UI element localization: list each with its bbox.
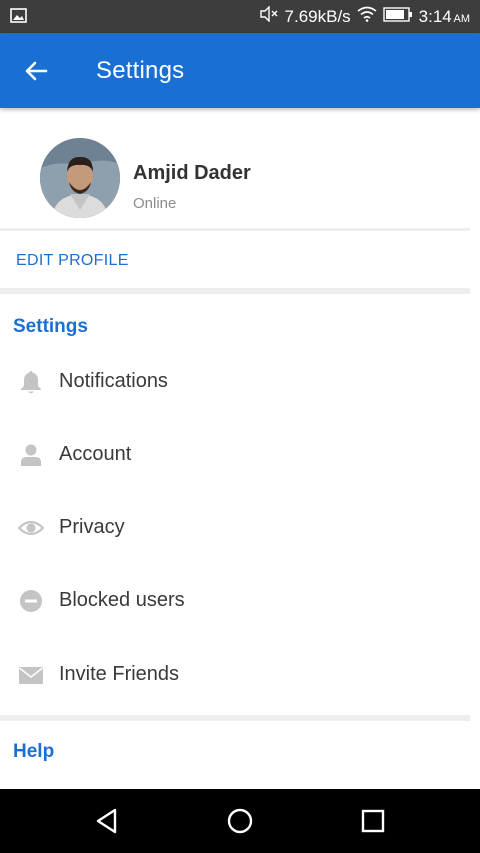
- menu-item-label: Blocked users: [59, 589, 185, 611]
- settings-screen: 7.69kB/s 3:14 AM Settings Amjid Dader On…: [0, 0, 480, 853]
- system-nav-bar: [0, 789, 480, 853]
- divider: [0, 715, 470, 721]
- battery-icon: [382, 6, 413, 27]
- wifi-icon: [357, 6, 377, 27]
- clock: 3:14: [418, 6, 452, 26]
- recents-square-icon[interactable]: [358, 806, 388, 836]
- status-bar: 7.69kB/s 3:14 AM: [0, 0, 480, 33]
- home-circle-icon[interactable]: [225, 806, 255, 836]
- avatar[interactable]: [40, 138, 120, 218]
- menu-item-invite-friends[interactable]: Invite Friends: [0, 649, 480, 705]
- divider: [0, 228, 470, 231]
- person-icon: [18, 442, 44, 468]
- divider: [0, 288, 470, 294]
- eye-icon: [17, 515, 45, 541]
- profile-card[interactable]: Amjid Dader Online: [0, 108, 480, 230]
- profile-status: Online: [133, 195, 177, 212]
- app-bar: Settings: [0, 33, 480, 108]
- menu-item-blocked-users[interactable]: Blocked users: [0, 575, 480, 631]
- edit-profile-button[interactable]: EDIT PROFILE: [16, 252, 129, 270]
- menu-item-label: Account: [59, 443, 132, 465]
- block-icon: [18, 588, 44, 614]
- page-title: Settings: [96, 57, 185, 84]
- image-icon: [10, 8, 27, 28]
- menu-item-privacy[interactable]: Privacy: [0, 502, 480, 558]
- clock-ampm: AM: [453, 12, 471, 25]
- back-arrow-icon[interactable]: [20, 55, 52, 87]
- bell-icon: [18, 369, 44, 395]
- mail-icon: [18, 662, 44, 688]
- network-speed: 7.69kB/s: [284, 6, 351, 26]
- menu-item-label: Invite Friends: [59, 663, 180, 685]
- back-triangle-icon[interactable]: [92, 806, 122, 836]
- settings-section-title: Settings: [13, 316, 88, 337]
- menu-item-account[interactable]: Account: [0, 429, 480, 485]
- profile-name: Amjid Dader: [133, 162, 251, 184]
- mute-icon: [259, 5, 279, 27]
- menu-item-notifications[interactable]: Notifications: [0, 356, 480, 412]
- menu-item-label: Privacy: [59, 516, 125, 538]
- help-section-title[interactable]: Help: [13, 741, 54, 763]
- menu-item-label: Notifications: [59, 370, 168, 392]
